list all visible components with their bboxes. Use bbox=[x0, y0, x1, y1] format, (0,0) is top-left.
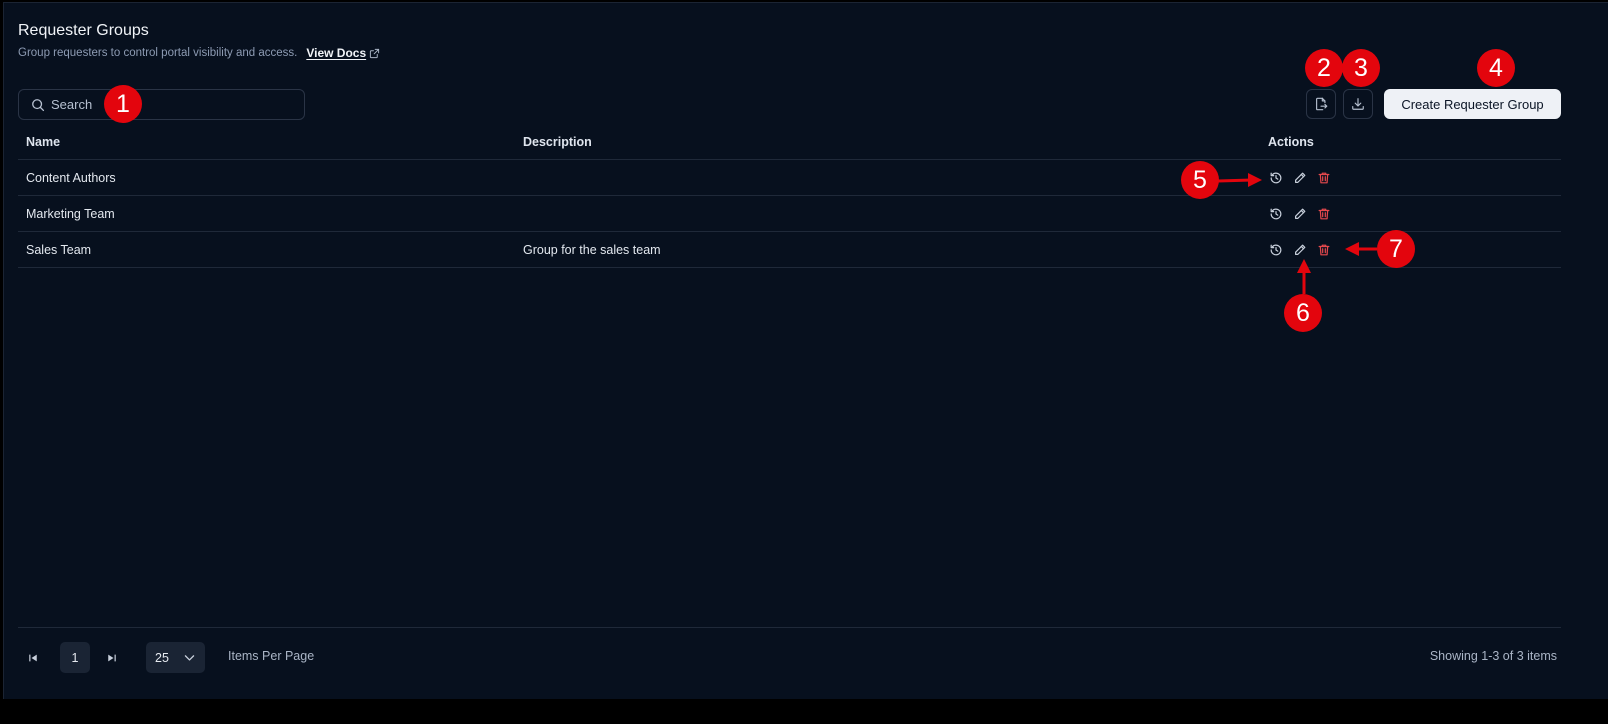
items-per-page-select[interactable]: 25 bbox=[146, 642, 205, 673]
row-actions bbox=[1268, 196, 1332, 232]
first-page-icon bbox=[29, 654, 37, 662]
search-input[interactable] bbox=[51, 97, 271, 112]
view-docs-link[interactable]: View Docs bbox=[306, 46, 380, 60]
pencil-icon bbox=[1295, 208, 1306, 219]
per-page-value: 25 bbox=[155, 650, 169, 665]
page-title: Requester Groups bbox=[18, 22, 149, 39]
search-field[interactable] bbox=[18, 89, 305, 120]
annotation-badge-1: 1 bbox=[104, 85, 142, 123]
items-per-page-label: Items Per Page bbox=[228, 649, 315, 663]
last-page-icon bbox=[108, 654, 116, 662]
trash-icon bbox=[1318, 208, 1330, 220]
create-requester-group-button[interactable]: Create Requester Group bbox=[1384, 89, 1561, 119]
history-icon bbox=[1270, 172, 1282, 184]
table-row: Marketing Team bbox=[18, 196, 1561, 232]
column-header-name[interactable]: Name bbox=[26, 124, 60, 160]
external-link-icon bbox=[370, 48, 380, 58]
last-page-button[interactable] bbox=[98, 643, 126, 673]
export-button[interactable] bbox=[1306, 89, 1336, 119]
history-button[interactable] bbox=[1268, 170, 1284, 186]
column-header-actions: Actions bbox=[1268, 135, 1314, 149]
delete-button[interactable] bbox=[1316, 170, 1332, 186]
search-icon bbox=[31, 98, 45, 112]
table-header: Name Description Actions bbox=[18, 124, 1561, 160]
footer-divider bbox=[18, 627, 1561, 628]
download-button[interactable] bbox=[1343, 89, 1373, 119]
history-button[interactable] bbox=[1268, 206, 1284, 222]
row-name: Content Authors bbox=[26, 171, 116, 185]
row-actions bbox=[1268, 160, 1332, 196]
annotation-badge-3: 3 bbox=[1342, 49, 1380, 87]
row-name: Marketing Team bbox=[26, 207, 115, 221]
trash-icon bbox=[1318, 244, 1330, 256]
delete-button[interactable] bbox=[1316, 206, 1332, 222]
table-row: Sales Team Group for the sales team bbox=[18, 232, 1561, 268]
annotation-badge-4: 4 bbox=[1477, 49, 1515, 87]
edit-button[interactable] bbox=[1292, 170, 1308, 186]
pencil-icon bbox=[1295, 244, 1306, 255]
history-icon bbox=[1270, 208, 1282, 220]
annotation-badge-2: 2 bbox=[1305, 49, 1343, 87]
history-icon bbox=[1270, 244, 1282, 256]
download-icon bbox=[1352, 98, 1364, 110]
history-button[interactable] bbox=[1268, 242, 1284, 258]
chevron-down-icon bbox=[184, 655, 195, 661]
page-subtitle: Group requesters to control portal visib… bbox=[18, 46, 380, 60]
pencil-icon bbox=[1295, 172, 1306, 183]
requester-groups-table: Name Description Actions Content Authors… bbox=[18, 124, 1561, 268]
row-actions bbox=[1268, 232, 1332, 268]
column-header-description[interactable]: Description bbox=[523, 124, 592, 160]
pagination-summary: Showing 1-3 of 3 items bbox=[1429, 649, 1557, 663]
row-name: Sales Team bbox=[26, 243, 92, 257]
requester-groups-page: Requester Groups Group requesters to con… bbox=[3, 2, 1608, 699]
view-docs-label: View Docs bbox=[306, 46, 367, 60]
edit-button[interactable] bbox=[1292, 206, 1308, 222]
trash-icon bbox=[1318, 172, 1330, 184]
table-row: Content Authors bbox=[18, 160, 1561, 196]
edit-button[interactable] bbox=[1292, 242, 1308, 258]
annotation-badge-6: 6 bbox=[1284, 294, 1322, 332]
annotation-badge-7: 7 bbox=[1377, 230, 1415, 268]
page-number-button[interactable]: 1 bbox=[60, 642, 90, 673]
annotation-badge-5: 5 bbox=[1181, 161, 1219, 199]
delete-button[interactable] bbox=[1316, 242, 1332, 258]
file-export-icon bbox=[1316, 97, 1328, 111]
first-page-button[interactable] bbox=[19, 643, 47, 673]
row-description: Group for the sales team bbox=[523, 243, 661, 257]
subtitle-text: Group requesters to control portal visib… bbox=[18, 47, 298, 59]
